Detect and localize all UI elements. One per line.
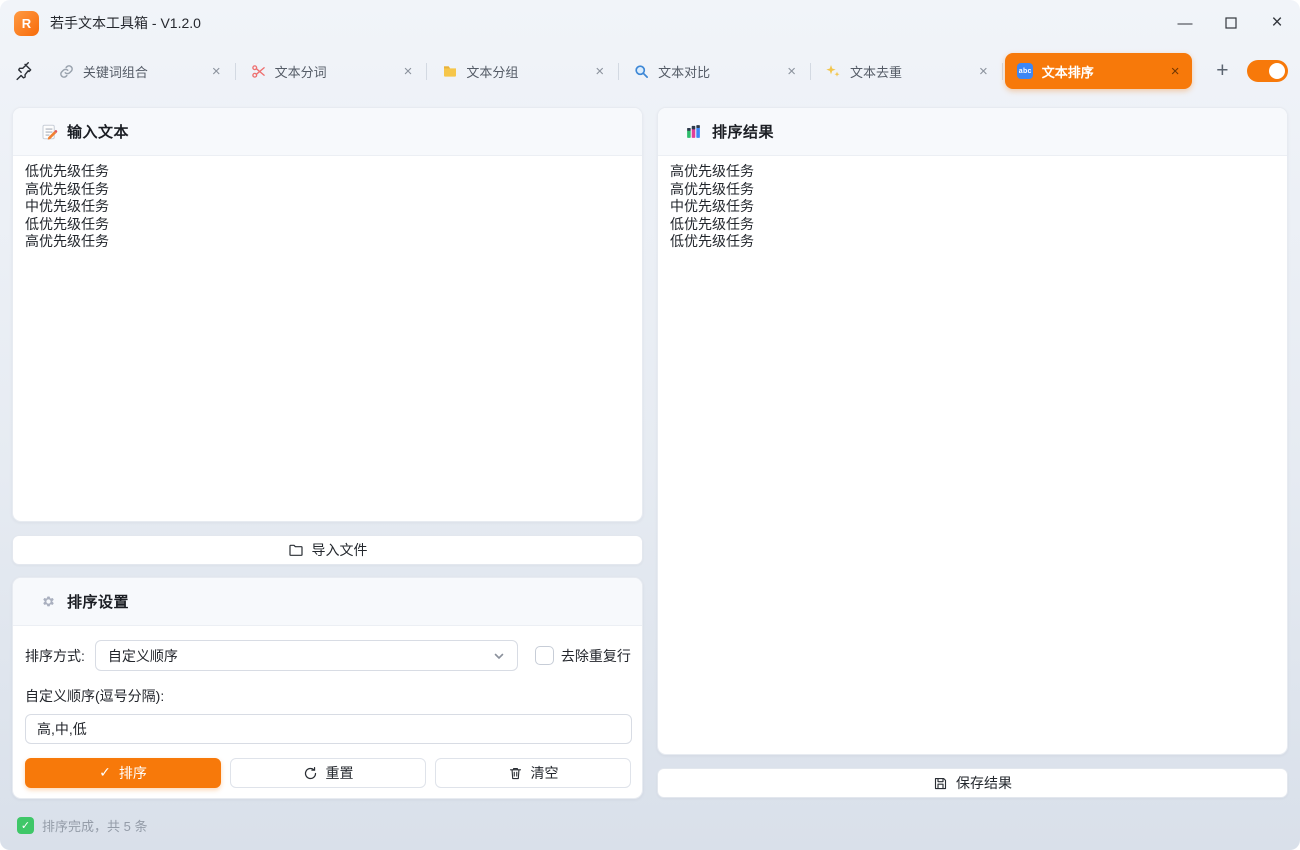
sort-settings-panel: 排序设置 排序方式: 自定义顺序 去除重复行 自定义顺序(逗号分隔): ✓ 排 [12, 577, 643, 799]
success-check-icon: ✓ [17, 817, 34, 834]
tab-separator [1002, 63, 1003, 80]
refresh-icon [303, 766, 318, 781]
tab-label: 文本排序 [1042, 62, 1169, 81]
tab-text-group[interactable]: 文本分组 × [429, 53, 616, 89]
tab-text-sort-active[interactable]: abc 文本排序 × [1005, 53, 1192, 89]
save-result-button[interactable]: 保存结果 [657, 768, 1288, 798]
bar-chart-icon [684, 122, 703, 141]
close-icon: × [1271, 12, 1282, 34]
magnifier-icon [633, 63, 650, 80]
dedupe-label: 去除重复行 [561, 646, 631, 666]
tab-label: 文本分组 [466, 62, 593, 81]
sort-mode-value: 自定义顺序 [108, 646, 178, 666]
sort-button-label: 排序 [119, 763, 147, 783]
tab-close-icon[interactable]: × [1169, 64, 1182, 79]
tab-label: 文本去重 [850, 62, 977, 81]
window-controls: — × [1162, 0, 1300, 46]
folder-icon [441, 63, 458, 80]
theme-toggle[interactable] [1247, 60, 1288, 82]
reset-button[interactable]: 重置 [230, 758, 426, 788]
pushpin-icon [14, 62, 33, 81]
plus-icon: + [1216, 59, 1228, 82]
memo-icon [39, 122, 58, 141]
tab-label: 文本对比 [658, 62, 785, 81]
custom-order-input[interactable] [25, 714, 632, 744]
minimize-icon: — [1178, 15, 1193, 32]
import-file-label: 导入文件 [312, 540, 368, 560]
scissors-icon [250, 63, 267, 80]
status-text: 排序完成，共 5 条 [42, 816, 147, 835]
tab-close-icon[interactable]: × [785, 64, 798, 79]
tab-label: 关键词组合 [83, 62, 210, 81]
dedupe-checkbox[interactable] [535, 646, 554, 665]
minimize-button[interactable]: — [1162, 0, 1208, 46]
toggle-knob [1269, 63, 1285, 79]
result-panel-header: 排序结果 [658, 108, 1287, 156]
tab-separator [235, 63, 236, 80]
clear-button[interactable]: 清空 [435, 758, 631, 788]
sort-button[interactable]: ✓ 排序 [25, 758, 221, 788]
input-text-panel: 输入文本 低优先级任务 高优先级任务 中优先级任务 低优先级任务 高优先级任务 [12, 107, 643, 522]
chevron-down-icon [493, 650, 505, 662]
reset-button-label: 重置 [326, 763, 354, 783]
tab-close-icon[interactable]: × [402, 64, 415, 79]
close-button[interactable]: × [1254, 0, 1300, 46]
sort-mode-label: 排序方式: [25, 646, 85, 666]
tab-close-icon[interactable]: × [593, 64, 606, 79]
settings-panel-title: 排序设置 [67, 591, 129, 612]
tab-separator [810, 63, 811, 80]
tab-text-compare[interactable]: 文本对比 × [621, 53, 808, 89]
settings-body: 排序方式: 自定义顺序 去除重复行 自定义顺序(逗号分隔): ✓ 排序 [13, 626, 642, 799]
result-textarea[interactable]: 高优先级任务 高优先级任务 中优先级任务 低优先级任务 低优先级任务 [658, 156, 1287, 755]
settings-panel-header: 排序设置 [13, 578, 642, 626]
input-textarea[interactable]: 低优先级任务 高优先级任务 中优先级任务 低优先级任务 高优先级任务 [13, 156, 642, 522]
status-bar: ✓ 排序完成，共 5 条 [17, 816, 147, 835]
tab-close-icon[interactable]: × [210, 64, 223, 79]
sort-result-panel: 排序结果 高优先级任务 高优先级任务 中优先级任务 低优先级任务 低优先级任务 [657, 107, 1288, 755]
tab-keyword-combo[interactable]: 关键词组合 × [46, 53, 233, 89]
save-icon [933, 776, 948, 791]
tab-text-segment[interactable]: 文本分词 × [238, 53, 425, 89]
save-result-label: 保存结果 [956, 773, 1012, 793]
tab-separator [618, 63, 619, 80]
link-icon [58, 63, 75, 80]
custom-order-label: 自定义顺序(逗号分隔): [25, 686, 631, 706]
window-title: 若手文本工具箱 - V1.2.0 [50, 13, 201, 33]
clear-button-label: 清空 [531, 763, 559, 783]
sparkles-icon [825, 63, 842, 80]
tab-bar: 关键词组合 × 文本分词 × 文本分组 × 文本对比 × [0, 48, 1300, 94]
maximize-button[interactable] [1208, 0, 1254, 46]
tab-label: 文本分词 [275, 62, 402, 81]
input-panel-title: 输入文本 [67, 121, 129, 142]
sort-mode-select[interactable]: 自定义顺序 [95, 640, 518, 671]
gear-icon [39, 592, 58, 611]
input-panel-header: 输入文本 [13, 108, 642, 156]
check-icon: ✓ [99, 765, 111, 781]
title-bar: R 若手文本工具箱 - V1.2.0 — × [0, 0, 1300, 46]
import-file-button[interactable]: 导入文件 [12, 535, 643, 565]
tab-text-dedupe[interactable]: 文本去重 × [813, 53, 1000, 89]
pin-button[interactable] [12, 59, 36, 83]
maximize-icon [1225, 17, 1237, 29]
add-tab-button[interactable]: + [1210, 59, 1236, 83]
abc-sort-icon: abc [1017, 63, 1034, 80]
tab-close-icon[interactable]: × [977, 64, 990, 79]
trash-icon [508, 766, 523, 781]
result-panel-title: 排序结果 [712, 121, 774, 142]
app-window: R 若手文本工具箱 - V1.2.0 — × 关键词组合 × [0, 0, 1300, 850]
folder-open-icon [288, 542, 304, 558]
tab-separator [426, 63, 427, 80]
app-logo-icon: R [14, 11, 39, 36]
